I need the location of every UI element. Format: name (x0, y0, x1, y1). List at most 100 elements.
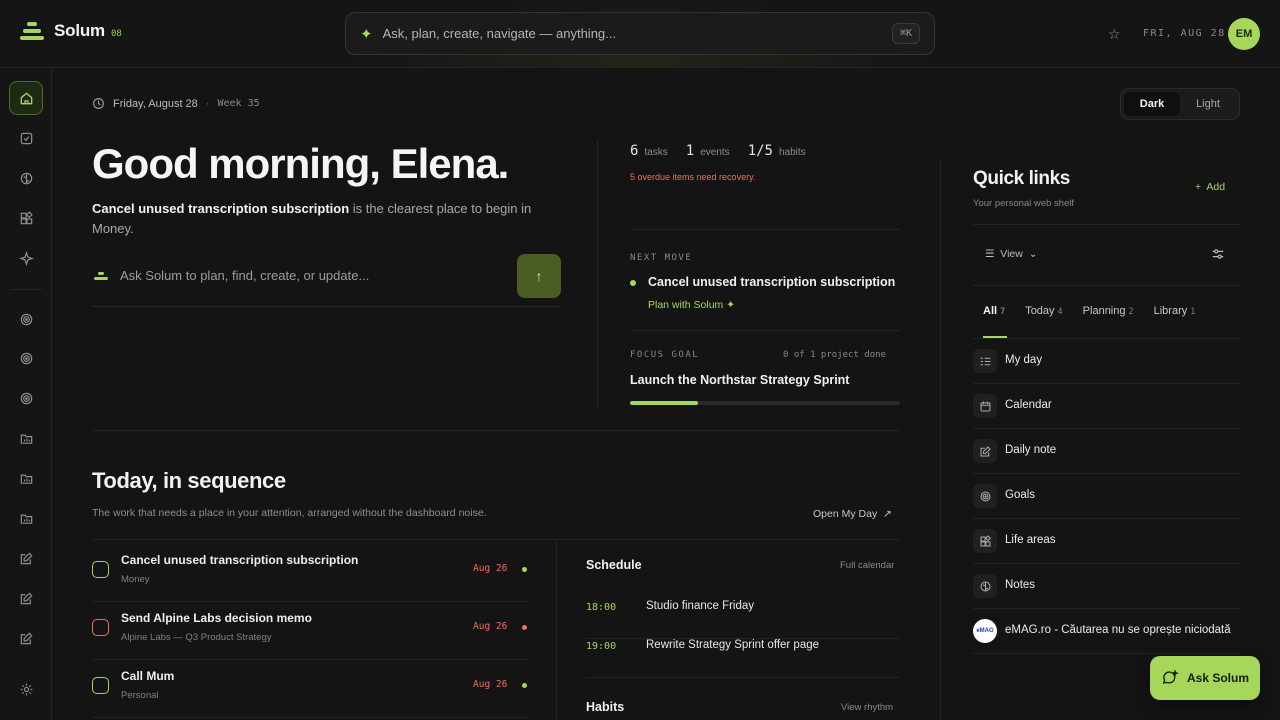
schedule-event[interactable]: 19:00 Rewrite Strategy Sprint offer page (586, 639, 900, 678)
quick-link-my-day[interactable]: My day (973, 339, 1240, 384)
focus-goal-title[interactable]: Launch the Northstar Strategy Sprint (630, 373, 849, 387)
theme-dark-button[interactable]: Dark (1124, 92, 1180, 116)
ask-input[interactable]: Ask Solum to plan, find, create, or upda… (120, 268, 369, 283)
schedule-event[interactable]: 18:00 Studio finance Friday (586, 600, 900, 639)
task-row[interactable]: Call Mum Personal Aug 26 (92, 660, 528, 718)
focus-goal-progress (630, 401, 900, 405)
plan-with-solum-link[interactable]: Plan with Solum ✦ (648, 299, 735, 311)
add-label: Add (1206, 181, 1226, 193)
target-icon[interactable] (9, 341, 43, 375)
habits-label: habits (778, 147, 806, 158)
event-time: 19:00 (586, 641, 617, 652)
tab-today[interactable]: Today 4 (1025, 305, 1062, 317)
event-name: Studio finance Friday (646, 600, 755, 612)
task-subtitle: Personal (121, 690, 159, 701)
quick-link-calendar[interactable]: Calendar (973, 384, 1240, 429)
brain-icon[interactable] (9, 161, 43, 195)
filter-settings-button[interactable] (1211, 247, 1225, 266)
divider (630, 330, 900, 331)
checkbox-icon[interactable] (9, 121, 43, 155)
event-name: Rewrite Strategy Sprint offer page (646, 639, 820, 651)
divider (973, 224, 1240, 225)
quick-link-name: My day (1005, 354, 1043, 366)
column-divider (597, 140, 598, 406)
quick-link-daily-note[interactable]: Daily note (973, 429, 1240, 474)
target-icon[interactable] (9, 302, 43, 336)
edit-icon[interactable] (9, 581, 43, 615)
summary-stats: 6 tasks 1 events 1/5 habits (630, 143, 818, 159)
quick-links-tabs: All 7 Today 4 Planning 2 Library 1 (983, 305, 1195, 317)
list-icon: ☰ (985, 248, 995, 260)
target-icon[interactable] (9, 381, 43, 415)
quick-link-notes[interactable]: Notes (973, 564, 1240, 609)
brain-icon (973, 574, 997, 598)
grid-icon (973, 529, 997, 553)
home-icon[interactable] (9, 81, 43, 115)
edit-icon[interactable] (9, 621, 43, 655)
app-name: Solum (54, 21, 105, 40)
focus-goal-count: 0 of 1 project done (783, 350, 886, 360)
view-rhythm-link[interactable]: View rhythm (841, 702, 893, 713)
status-dot (630, 280, 636, 286)
edit-icon[interactable] (9, 541, 43, 575)
tab-planning[interactable]: Planning 2 (1083, 305, 1134, 317)
brand[interactable]: Solum 08 (20, 21, 122, 41)
theme-toggle: Dark Light (1120, 88, 1240, 120)
tab-library[interactable]: Library 1 (1154, 305, 1196, 317)
quick-link-goals[interactable]: Goals (973, 474, 1240, 519)
next-move-title[interactable]: Cancel unused transcription subscription (648, 275, 895, 289)
tasks-label: tasks (644, 147, 668, 158)
status-dot (522, 625, 527, 630)
list-icon (973, 349, 997, 373)
task-checkbox[interactable] (92, 561, 109, 578)
view-label: View (1000, 248, 1023, 260)
tab-all[interactable]: All 7 (983, 305, 1005, 317)
avatar[interactable]: EM (1228, 18, 1260, 50)
command-search[interactable]: ✦ Ask, plan, create, navigate — anything… (345, 12, 935, 55)
task-checkbox[interactable] (92, 677, 109, 694)
quick-link-emag[interactable]: eMAG eMAG.ro - Căutarea nu se oprește ni… (973, 609, 1240, 654)
theme-light-button[interactable]: Light (1180, 92, 1236, 116)
tasks-count: 6 (630, 143, 639, 159)
grid-icon[interactable] (9, 201, 43, 235)
folder-chart-icon[interactable] (9, 421, 43, 455)
tab-label: Library (1153, 305, 1188, 317)
divider (630, 229, 900, 230)
ask-solum-button[interactable]: Ask Solum (1150, 656, 1260, 700)
star-icon[interactable]: ☆ (1108, 26, 1121, 43)
task-row[interactable]: Send Alpine Labs decision memo Alpine La… (92, 602, 528, 660)
habits-title: Habits (586, 700, 625, 714)
folder-chart-icon[interactable] (9, 501, 43, 535)
task-title: Cancel unused transcription subscription (121, 553, 359, 567)
quick-link-name: Daily note (1005, 444, 1057, 456)
folder-chart-icon[interactable] (9, 461, 43, 495)
habits-count: 1/5 (747, 143, 773, 159)
gear-icon[interactable] (9, 672, 43, 706)
quick-link-life-areas[interactable]: Life areas (973, 519, 1240, 564)
sparkle-icon[interactable] (9, 241, 43, 275)
quick-links-title: Quick links (973, 168, 1070, 189)
add-link-button[interactable]: + Add (1195, 181, 1225, 193)
status-dot (522, 567, 527, 572)
task-row[interactable]: Cancel unused transcription subscription… (92, 544, 528, 602)
view-dropdown[interactable]: ☰ View ⌄ (985, 248, 1038, 260)
send-button[interactable]: ↑ (517, 254, 561, 298)
overdue-warning[interactable]: 5 overdue items need recovery. (630, 172, 755, 182)
suggestion-highlight[interactable]: Cancel unused transcription subscription (92, 201, 349, 216)
open-my-day-link[interactable]: Open My Day ↗ (813, 508, 892, 520)
quick-link-name: Notes (1005, 579, 1036, 591)
tab-count: 7 (1000, 307, 1006, 317)
calendar-icon (973, 394, 997, 418)
ask-input-row[interactable]: Ask Solum to plan, find, create, or upda… (92, 254, 561, 307)
tab-label: Planning (1082, 305, 1126, 317)
ask-solum-label: Ask Solum (1186, 671, 1249, 685)
emag-icon: eMAG (973, 619, 997, 643)
arrow-up-icon: ↑ (535, 268, 543, 284)
tab-count: 2 (1128, 307, 1134, 317)
events-label: events (700, 147, 730, 158)
task-subtitle: Money (121, 574, 150, 585)
date-row: Friday, August 28 · Week 35 (92, 97, 260, 110)
task-checkbox[interactable] (92, 619, 109, 636)
full-calendar-link[interactable]: Full calendar (840, 560, 894, 571)
events-count: 1 (685, 143, 695, 159)
